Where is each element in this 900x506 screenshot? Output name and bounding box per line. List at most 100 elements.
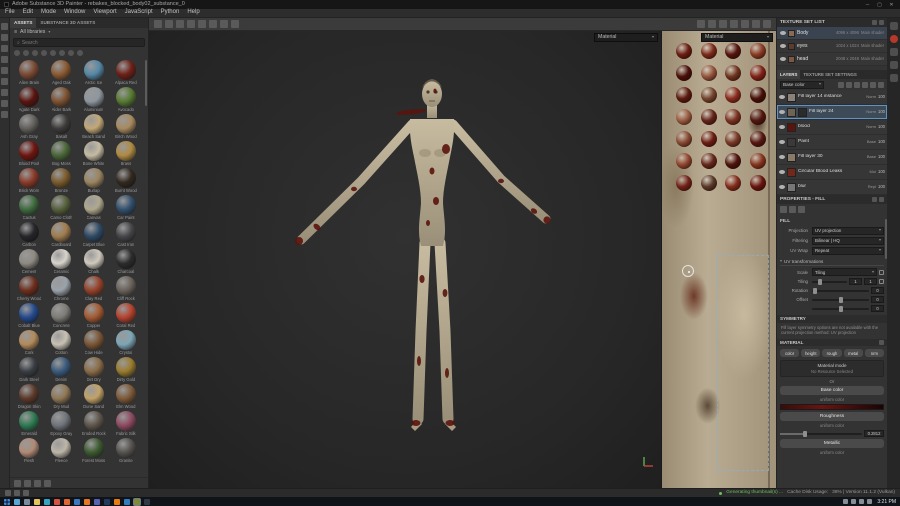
blood-material-thumbnail[interactable]: [676, 43, 692, 59]
symmetry-section-header[interactable]: SYMMETRY: [777, 315, 887, 323]
channel-height[interactable]: height: [801, 349, 821, 358]
log-icon[interactable]: [14, 490, 20, 496]
blood-material-thumbnail[interactable]: [725, 175, 741, 191]
layer-opacity[interactable]: 100: [878, 109, 885, 114]
light-rotation-icon[interactable]: [741, 20, 749, 28]
taskbar-edge[interactable]: [44, 498, 50, 505]
taskbar-vlc[interactable]: [84, 498, 90, 505]
layer-opacity[interactable]: 100: [878, 139, 885, 144]
layer-row[interactable]: Circular Blood Leaks Mul 100: [777, 165, 887, 180]
visibility-icon[interactable]: [780, 57, 786, 61]
snapshot-icon[interactable]: [719, 20, 727, 28]
material-item[interactable]: Elm Wood: [110, 384, 142, 411]
layer-blend-mode[interactable]: Mul: [870, 169, 876, 175]
link-icon[interactable]: [879, 279, 884, 285]
blood-material-thumbnail[interactable]: [700, 43, 717, 59]
material-item[interactable]: Beach Sand: [78, 114, 110, 141]
material-item[interactable]: Birch Wood: [110, 114, 142, 141]
material-item[interactable]: Cardboard: [45, 222, 77, 249]
volume-icon[interactable]: [859, 499, 865, 504]
rotation-value[interactable]: 0: [871, 287, 884, 295]
material-item[interactable]: Denim: [45, 357, 77, 384]
layer-row[interactable]: Fill layer 30 Base 100: [777, 150, 887, 165]
add-fill-layer-icon[interactable]: [862, 81, 868, 88]
material-item[interactable]: Carbon: [13, 222, 45, 249]
taskbar-blender[interactable]: [114, 498, 120, 505]
blood-material-thumbnail[interactable]: [676, 153, 692, 169]
menu-edit[interactable]: Edit: [23, 9, 33, 16]
fullscreen-icon[interactable]: [763, 20, 771, 28]
smudge-icon[interactable]: [209, 20, 217, 28]
slider-handle[interactable]: [802, 430, 807, 437]
material-item[interactable]: Avocado: [110, 87, 142, 114]
material-item[interactable]: Epoxy Gray: [45, 411, 77, 438]
material-item[interactable]: Cherry Wood: [13, 276, 45, 303]
collapse-icon[interactable]: [872, 20, 877, 25]
panels-icon[interactable]: [889, 22, 898, 30]
visibility-icon[interactable]: [780, 44, 786, 48]
filter-materials-icon[interactable]: [23, 50, 29, 56]
material-item[interactable]: Dark Steel: [13, 357, 45, 384]
material-item[interactable]: Bone White: [78, 141, 110, 168]
filter-textures-icon[interactable]: [68, 50, 74, 56]
material-item[interactable]: Concrete: [45, 303, 77, 330]
shadow-toggle-icon[interactable]: [752, 20, 760, 28]
blood-material-thumbnail[interactable]: [749, 87, 766, 103]
material-item[interactable]: Dry Mud: [45, 384, 77, 411]
material-item[interactable]: Cobalt Blue: [13, 303, 45, 330]
material-item[interactable]: Cotton: [45, 330, 77, 357]
blood-material-thumbnail[interactable]: [749, 65, 766, 81]
material-item[interactable]: Bronze: [45, 168, 77, 195]
assets-scrollbar[interactable]: [145, 60, 147, 106]
blood-material-thumbnail[interactable]: [725, 87, 741, 103]
chevron-up-icon[interactable]: [843, 499, 849, 504]
close-panel-icon[interactable]: [879, 197, 884, 202]
roughness-button[interactable]: Roughness: [780, 412, 884, 421]
taskbar-steam[interactable]: [104, 498, 110, 505]
material-item[interactable]: Cast Iron: [110, 222, 142, 249]
material-item[interactable]: Charcoal: [110, 249, 142, 276]
minimize-button[interactable]: ─: [863, 2, 872, 8]
taskbar-substance-painter[interactable]: [134, 498, 140, 505]
hamburger-icon[interactable]: [879, 339, 884, 345]
blood-material-thumbnail[interactable]: [700, 65, 717, 81]
texture-set-row[interactable]: head 2048 x 2048 Main shader: [777, 53, 887, 66]
taskbar-obs[interactable]: [144, 498, 150, 505]
import-resources-icon[interactable]: [34, 479, 41, 487]
list-view-icon[interactable]: [24, 479, 31, 487]
help-icon[interactable]: [889, 74, 898, 82]
tab-substance-3d-assets[interactable]: SUBSTANCE 3D ASSETS: [36, 18, 99, 28]
menu-mode[interactable]: Mode: [41, 9, 56, 16]
fill-bucket-icon[interactable]: [198, 20, 206, 28]
blood-material-thumbnail[interactable]: [700, 109, 717, 125]
offset-y-slider[interactable]: [812, 305, 869, 312]
projection-tool-icon[interactable]: [1, 45, 8, 52]
slider-handle[interactable]: [839, 296, 844, 303]
menu-viewport[interactable]: Viewport: [93, 9, 116, 16]
menu-window[interactable]: Window: [64, 9, 85, 16]
tab-assets[interactable]: ASSETS: [10, 18, 37, 28]
uv-transformations-section[interactable]: ▾ UV transformations: [780, 258, 884, 267]
material-item[interactable]: Dirt Dry: [78, 357, 110, 384]
material-item[interactable]: Brass: [110, 141, 142, 168]
material-item[interactable]: Dragon Skin: [13, 384, 45, 411]
tiling-value-x[interactable]: 1: [849, 278, 862, 286]
channel-filter-select[interactable]: Base color ▾: [780, 80, 824, 89]
blood-material-thumbnail[interactable]: [725, 43, 741, 59]
rotate-view-icon[interactable]: [730, 20, 738, 28]
material-item[interactable]: Alien Brain: [13, 60, 45, 87]
taskbar-start-button[interactable]: [4, 498, 10, 505]
delete-layer-icon[interactable]: [878, 81, 884, 88]
blood-material-thumbnail[interactable]: [700, 153, 717, 169]
material-item[interactable]: Fleece: [45, 438, 77, 465]
visibility-icon[interactable]: [779, 170, 785, 174]
visibility-icon[interactable]: [780, 31, 786, 35]
layer-row[interactable]: Fill layer 24 Norm 100: [777, 105, 887, 120]
tab-layers[interactable]: LAYERS: [777, 70, 801, 79]
viewport-2d[interactable]: Material ▾: [661, 31, 776, 488]
blood-material-thumbnail[interactable]: [749, 175, 766, 191]
view2d-shading-select[interactable]: Material ▾: [701, 33, 773, 42]
material-item[interactable]: Flesh: [13, 438, 45, 465]
material-item[interactable]: Chalk: [78, 249, 110, 276]
material-item[interactable]: Ash Gray: [13, 114, 45, 141]
